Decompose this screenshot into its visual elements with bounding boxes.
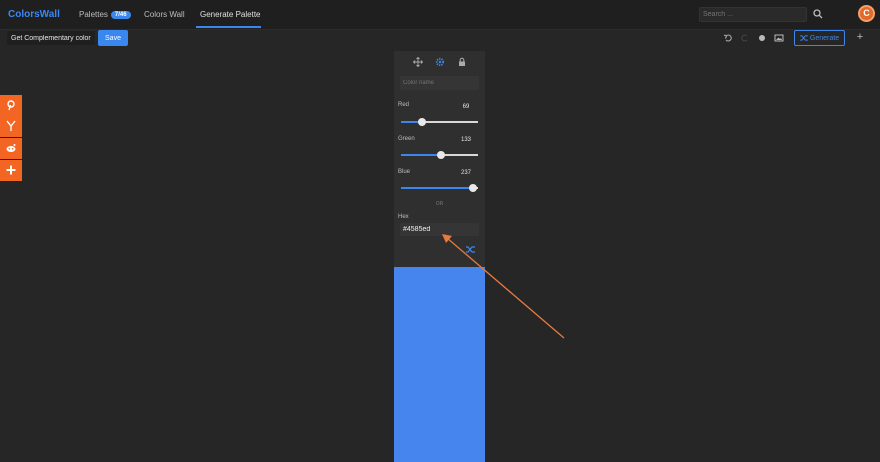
slider-thumb[interactable]: [437, 151, 446, 159]
slider-thumb[interactable]: [468, 184, 477, 192]
color-name-input[interactable]: [400, 76, 479, 90]
active-tab-indicator: [196, 26, 261, 28]
green-value[interactable]: 133: [456, 137, 476, 143]
image-icon[interactable]: [774, 33, 784, 43]
palette-title-input[interactable]: [7, 31, 95, 45]
redo-icon[interactable]: [740, 33, 750, 43]
slider-fill: [401, 187, 473, 189]
user-avatar[interactable]: C: [858, 5, 875, 22]
green-slider[interactable]: [401, 151, 478, 159]
lock-icon[interactable]: [457, 57, 467, 67]
generate-button[interactable]: Generate: [794, 30, 845, 46]
drag-handle-icon[interactable]: [413, 57, 423, 67]
slider-thumb[interactable]: [417, 118, 426, 126]
pinterest-icon: [7, 100, 15, 111]
settings-gear-icon[interactable]: [435, 57, 445, 67]
y-combinator-icon: [6, 120, 16, 131]
color-blind-icon[interactable]: [757, 33, 767, 43]
palettes-count-badge: 7/46: [110, 11, 131, 19]
nav-generate-palette[interactable]: Generate Palette: [200, 10, 260, 19]
or-divider: OR: [435, 201, 444, 207]
search-input[interactable]: [699, 7, 807, 22]
blue-slider[interactable]: [401, 184, 478, 192]
red-value[interactable]: 69: [456, 104, 476, 110]
undo-icon[interactable]: [723, 33, 733, 43]
share-pinterest-button[interactable]: [0, 95, 22, 116]
share-more-button[interactable]: [0, 160, 22, 181]
nav-palettes[interactable]: Palettes 7/46: [79, 10, 131, 19]
add-color-button[interactable]: +: [855, 32, 865, 43]
shuffle-icon: [800, 34, 808, 41]
share-reddit-button[interactable]: [0, 138, 22, 159]
color-column: Red 69 Green 133 Blue 237 OR Hex: [394, 51, 485, 462]
nav-palettes-label: Palettes: [79, 10, 108, 19]
shuffle-icon[interactable]: [466, 246, 475, 253]
search-icon[interactable]: [812, 8, 824, 20]
add-icon: [6, 165, 16, 175]
blue-label: Blue: [398, 169, 411, 175]
green-label: Green: [398, 136, 415, 142]
red-slider[interactable]: [401, 118, 478, 126]
color-swatch[interactable]: [394, 267, 485, 462]
save-button[interactable]: Save: [98, 30, 128, 46]
hex-input[interactable]: [400, 223, 479, 236]
nav-colors-wall[interactable]: Colors Wall: [144, 10, 185, 19]
red-label: Red: [398, 102, 410, 108]
generate-button-label: Generate: [809, 34, 840, 42]
slider-fill: [401, 154, 442, 156]
reddit-icon: [6, 144, 16, 152]
brand-logo[interactable]: ColorsWall: [8, 9, 60, 20]
top-navbar: ColorsWall Palettes 7/46 Colors Wall Gene…: [0, 0, 880, 30]
blue-value[interactable]: 237: [456, 170, 476, 176]
share-hackernews-button[interactable]: [0, 116, 22, 137]
hex-label: Hex: [398, 214, 409, 220]
